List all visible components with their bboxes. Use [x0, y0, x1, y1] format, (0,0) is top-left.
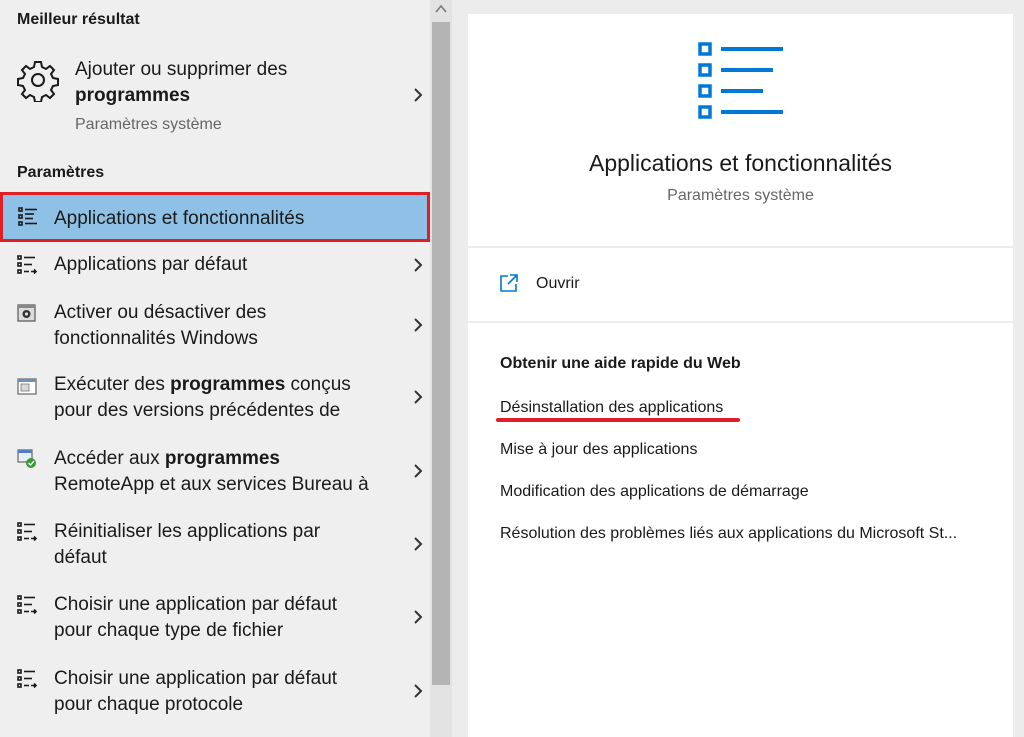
help-link-update[interactable]: Mise à jour des applications — [500, 441, 697, 459]
results-scrollbar[interactable] — [430, 0, 452, 737]
result-label: Activer ou désactiver des fonctionnalités… — [54, 302, 267, 349]
filetype-default-icon — [17, 595, 38, 615]
result-label: Applications par défaut — [54, 254, 248, 275]
remoteapp-icon — [17, 449, 36, 468]
chevron-right-icon[interactable] — [412, 464, 424, 478]
protocol-default-icon — [17, 669, 38, 689]
chevron-right-icon[interactable] — [412, 390, 424, 404]
best-match-subtitle: Paramètres système — [75, 116, 222, 133]
result-reset-apps[interactable]: Réinitialiser les applications par défaut — [0, 519, 430, 579]
result-filetype-default[interactable]: Choisir une application par défaut pour c… — [0, 592, 430, 652]
preview-panel: Applications et fonctionnalités Paramètr… — [468, 14, 1013, 737]
result-windows-features[interactable]: Activer ou désactiver des fonctionnalités… — [0, 298, 430, 358]
result-label: Choisir une application par défaut pour c… — [54, 594, 338, 641]
result-label: Applications et fonctionnalités — [54, 208, 305, 229]
highlight-underline — [496, 418, 740, 422]
gear-icon — [17, 61, 59, 102]
result-protocol-default[interactable]: Choisir une application par défaut pour c… — [0, 666, 430, 726]
chevron-right-icon[interactable] — [412, 684, 424, 698]
best-match-header: Meilleur résultat — [17, 11, 140, 28]
chevron-right-icon[interactable] — [412, 318, 424, 332]
chevron-right-icon[interactable] — [412, 88, 424, 102]
web-help-title: Obtenir une aide rapide du Web — [500, 355, 741, 372]
chevron-right-icon[interactable] — [412, 537, 424, 551]
chevron-right-icon[interactable] — [412, 610, 424, 624]
result-label: Choisir une application par défaut pour c… — [54, 668, 338, 715]
scroll-up-arrow-icon[interactable] — [433, 2, 449, 16]
help-link-startup[interactable]: Modification des applications de démarra… — [500, 483, 809, 501]
divider — [468, 246, 1013, 248]
reset-apps-icon — [17, 522, 38, 542]
result-apps-features[interactable]: Applications et fonctionnalités — [0, 192, 430, 242]
apps-features-icon — [698, 42, 783, 119]
open-external-icon — [500, 274, 518, 292]
preview-title: Applications et fonctionnalités — [588, 150, 893, 176]
result-label: Réinitialiser les applications par défaut — [54, 521, 321, 568]
result-remoteapp[interactable]: Accéder aux programmes RemoteApp et aux s… — [0, 446, 430, 506]
best-match-result[interactable]: Ajouter ou supprimer des programmes Para… — [0, 50, 430, 145]
help-link-troubleshoot[interactable]: Résolution des problèmes liés aux applic… — [500, 525, 957, 543]
search-results-panel: Meilleur résultat Ajouter ou supprimer d… — [0, 0, 430, 737]
settings-header: Paramètres — [17, 164, 105, 181]
open-button[interactable]: Ouvrir — [498, 272, 698, 296]
preview-subtitle: Paramètres système — [667, 187, 814, 204]
compatibility-icon — [17, 378, 37, 395]
windows-features-icon — [17, 304, 36, 322]
apps-list-icon — [18, 207, 37, 226]
open-label: Ouvrir — [536, 275, 580, 292]
scrollbar-thumb[interactable] — [432, 22, 450, 685]
divider — [468, 321, 1013, 323]
result-label: Exécuter des programmes conçus pour des v… — [54, 374, 351, 421]
chevron-right-icon[interactable] — [412, 258, 424, 272]
result-apps-default[interactable]: Applications par défaut — [0, 250, 430, 290]
result-compatibility[interactable]: Exécuter des programmes conçus pour des v… — [0, 372, 430, 432]
best-match-title: Ajouter ou supprimer des programmes — [75, 59, 288, 106]
help-link-uninstall[interactable]: Désinstallation des applications — [500, 399, 723, 417]
apps-default-icon — [17, 255, 38, 275]
result-label: Accéder aux programmes RemoteApp et aux s… — [54, 448, 369, 495]
